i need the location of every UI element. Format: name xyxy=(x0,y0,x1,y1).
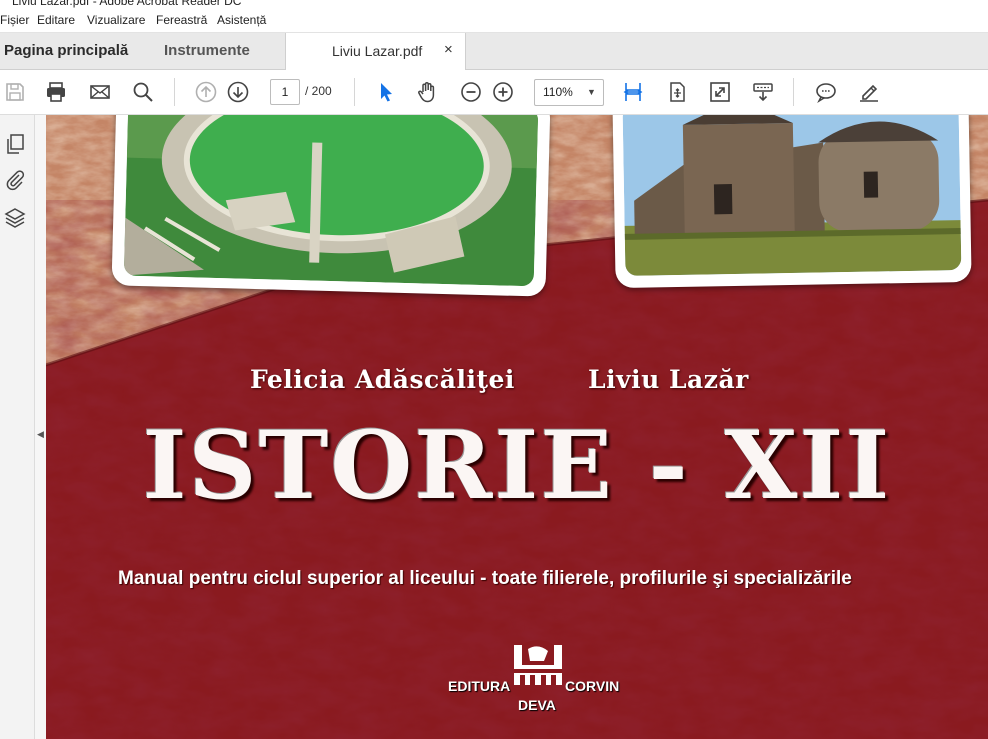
zoom-level-value: 110% xyxy=(543,85,573,99)
toolbar-divider xyxy=(174,78,175,106)
church-photo xyxy=(622,115,962,276)
fit-page-icon[interactable] xyxy=(664,79,690,105)
fit-width-icon[interactable] xyxy=(620,79,646,105)
zoom-out-icon[interactable] xyxy=(458,79,484,105)
menu-help[interactable]: Asistență xyxy=(217,13,266,27)
search-icon[interactable] xyxy=(130,79,156,105)
publisher-city: DEVA xyxy=(518,697,556,713)
fullscreen-icon[interactable] xyxy=(707,79,733,105)
menu-window[interactable]: Fereastră xyxy=(156,13,207,27)
sign-pen-icon[interactable] xyxy=(856,79,882,105)
window-title-bar: Liviu Lazar.pdf - Adobe Acrobat Reader D… xyxy=(0,0,988,8)
close-tab-icon[interactable]: × xyxy=(444,41,453,58)
zoom-level-select[interactable]: 110% ▼ xyxy=(534,79,604,106)
menu-file[interactable]: Fișier xyxy=(0,13,29,27)
page-total: / 200 xyxy=(305,84,332,98)
print-icon[interactable] xyxy=(43,79,69,105)
chevron-down-icon: ▼ xyxy=(587,87,596,97)
publisher-name-right: CORVIN xyxy=(565,678,620,694)
menu-view[interactable]: Vizualizare xyxy=(87,13,145,27)
attachments-icon[interactable] xyxy=(3,168,27,192)
comment-icon[interactable] xyxy=(813,79,839,105)
tab-bar: Pagina principală Instrumente Liviu Laza… xyxy=(0,33,988,70)
zoom-in-icon[interactable] xyxy=(490,79,516,105)
pages-icon[interactable] xyxy=(3,132,27,156)
tab-document[interactable]: Liviu Lazar.pdf × xyxy=(285,33,466,70)
author-1: Felicia Adăscăliţei xyxy=(250,365,515,394)
tab-document-label: Liviu Lazar.pdf xyxy=(332,43,423,59)
read-mode-icon[interactable] xyxy=(750,79,776,105)
select-cursor-icon[interactable] xyxy=(373,79,399,105)
layers-icon[interactable] xyxy=(3,206,27,230)
hand-tool-icon[interactable] xyxy=(414,79,440,105)
book-subtitle: Manual pentru ciclul superior al liceulu… xyxy=(118,568,852,589)
ruins-photo xyxy=(123,115,539,287)
toolbar-divider xyxy=(793,78,794,106)
collapse-pane-handle[interactable]: ◀ xyxy=(35,115,46,739)
menu-bar: Fișier Editare Vizualizare Fereastră Asi… xyxy=(0,8,988,33)
page-number-input[interactable]: 1 xyxy=(270,79,300,105)
pdf-page-view[interactable]: Felicia Adăscăliţei Liviu Lazăr ISTORIE … xyxy=(46,115,988,739)
author-2: Liviu Lazăr xyxy=(588,365,749,394)
ruins-photo-frame xyxy=(111,115,551,297)
book-title: ISTORIE - XII xyxy=(142,411,892,521)
navigation-pane xyxy=(0,115,35,739)
save-icon[interactable] xyxy=(2,79,28,105)
email-icon[interactable] xyxy=(87,79,113,105)
page-down-icon[interactable] xyxy=(225,79,251,105)
window-title: Liviu Lazar.pdf - Adobe Acrobat Reader D… xyxy=(12,0,242,8)
collapse-arrow-icon: ◀ xyxy=(37,429,44,439)
publisher-emblem xyxy=(514,640,562,685)
publisher-name-left: EDITURA xyxy=(448,678,511,694)
toolbar: 1 / 200 110% ▼ xyxy=(0,70,988,115)
page-up-icon[interactable] xyxy=(193,79,219,105)
tab-home[interactable]: Pagina principală xyxy=(4,42,128,59)
toolbar-divider xyxy=(354,78,355,106)
menu-edit[interactable]: Editare xyxy=(37,13,75,27)
church-photo-frame xyxy=(612,115,972,289)
tab-tools[interactable]: Instrumente xyxy=(164,42,250,59)
